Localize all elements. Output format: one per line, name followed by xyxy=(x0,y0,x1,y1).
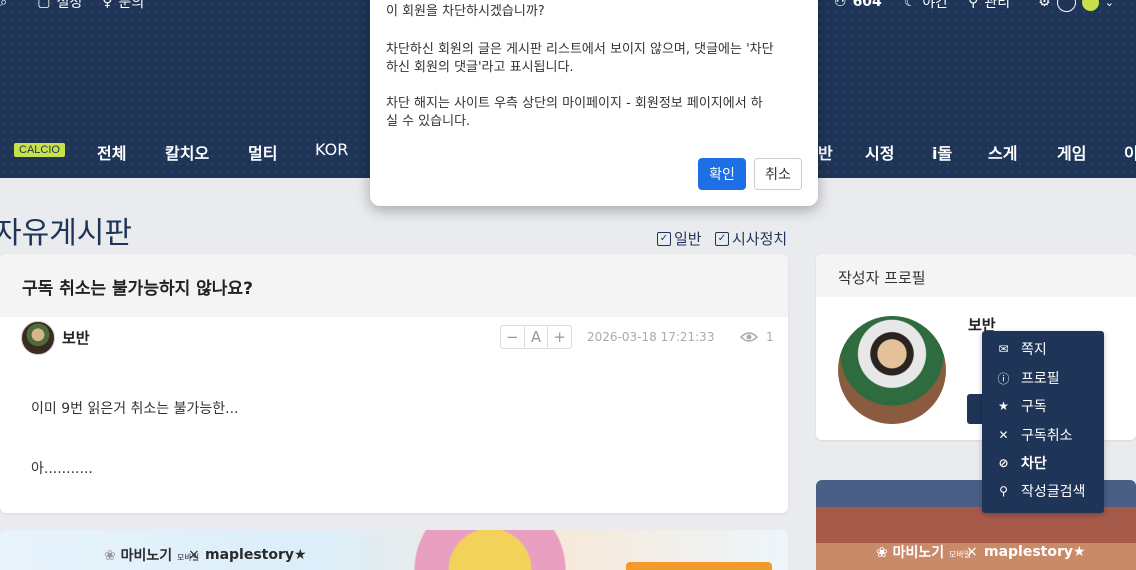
avatar[interactable] xyxy=(21,321,55,355)
ad-brand-text: 마비노기 xyxy=(120,548,173,564)
ad-times: × xyxy=(966,544,978,560)
envelope-icon: ✉ xyxy=(998,342,1009,356)
user-menu-label[interactable]: 관리 xyxy=(984,0,1010,12)
menu-item-label: 구독 xyxy=(1021,399,1047,415)
dialog-text-line: 하신 회원의 댓글'라고 표시됩니다. xyxy=(386,60,574,75)
post-body-line: 이미 9번 읽은거 취소는 불가능한... xyxy=(31,401,239,417)
menu-item-message[interactable]: ✉ 쪽지 xyxy=(996,339,1047,359)
profile-dropdown-menu: ✉ 쪽지 ⓘ 프로필 ★ 구독 ✕ 구독취소 ⊘ 차단 ⚲ 작성글검색 xyxy=(982,331,1104,513)
ad-brand-logo: ❀ 마비노기 모바일 xyxy=(104,545,199,565)
nav-item-idol[interactable]: i돌 xyxy=(932,140,952,164)
post-card: 구독 취소는 불가능하지 않나요? xyxy=(0,254,788,513)
view-count-value: 1 xyxy=(766,330,774,344)
ad-partner-logo: maplestory★ xyxy=(205,547,307,563)
flower-icon: ❀ xyxy=(104,548,116,564)
menu-item-label: 구독취소 xyxy=(1021,428,1073,444)
menu-item-search-posts[interactable]: ⚲ 작성글검색 xyxy=(996,481,1085,501)
lightbulb-icon: ♀ xyxy=(102,0,113,10)
menu-item-label: 차단 xyxy=(1021,456,1047,472)
page-title: 자유게시판 xyxy=(0,216,132,251)
menu-item-label: 쪽지 xyxy=(1021,342,1047,358)
ad-times: × xyxy=(188,547,200,563)
nav-item-multi[interactable]: 멀티 xyxy=(248,140,277,164)
theme-dot-lime[interactable] xyxy=(1081,0,1099,11)
nav-item-all[interactable]: 전체 xyxy=(97,140,126,164)
ad-brand-logo: ❀ 마비노기 모바일 xyxy=(876,542,971,562)
flower-icon: ❀ xyxy=(876,545,888,561)
night-mode-label[interactable]: 야간 xyxy=(922,0,948,12)
view-count: 1 xyxy=(740,330,774,344)
confirm-button[interactable]: 확인 xyxy=(698,158,746,190)
post-header: 구독 취소는 불가능하지 않나요? xyxy=(0,254,788,317)
search-icon: ⚲ xyxy=(999,484,1008,498)
search-icon[interactable]: ⌕ xyxy=(0,0,7,10)
font-decrease-button[interactable]: − xyxy=(501,326,525,348)
post-body-line: 아........... xyxy=(31,461,93,477)
nav-item-calcio[interactable]: 칼치오 xyxy=(165,140,209,164)
menu-item-profile[interactable]: ⓘ 프로필 xyxy=(996,368,1060,388)
nav-item-more[interactable]: 이 xyxy=(1124,140,1136,164)
users-icon: ⚇ xyxy=(834,0,847,10)
x-icon: ✕ xyxy=(998,428,1009,442)
ad-partner-logo: maplestory★ xyxy=(984,544,1086,560)
gear-icon[interactable]: ⚙ xyxy=(1038,0,1051,10)
menu-item-label: 프로필 xyxy=(1021,371,1060,387)
ad-banner-left[interactable]: ❀ 마비노기 모바일 × maplestory★ xyxy=(0,530,788,570)
filter-general[interactable]: ✓ 일반 xyxy=(657,228,702,249)
dialog-text-line: 차단하신 회원의 글은 게시판 리스트에서 보이지 않으며, 댓글에는 '차단 xyxy=(386,42,774,57)
ad-cta-button[interactable] xyxy=(626,562,772,570)
topbar-inquiry-link[interactable]: 문의 xyxy=(119,0,145,12)
topbar-settings-link[interactable]: 설정 xyxy=(57,0,83,12)
author-name[interactable]: 보반 xyxy=(62,327,90,348)
post-title: 구독 취소는 불가능하지 않나요? xyxy=(22,279,253,299)
post-date: 2026-03-18 17:21:33 xyxy=(587,330,715,344)
profile-avatar xyxy=(838,316,946,424)
nav-item-politics[interactable]: 시정 xyxy=(865,140,894,164)
filter-label: 시사정치 xyxy=(732,230,788,248)
topbar-left: ⌕ ▢ 설정 ♀ 문의 xyxy=(0,0,144,12)
checkbox-checked-icon[interactable]: ✓ xyxy=(715,231,729,246)
bookmark-icon: ▢ xyxy=(37,0,51,10)
theme-dot-dark[interactable] xyxy=(1056,0,1076,12)
info-icon: ⓘ xyxy=(997,371,1010,386)
filter-politics[interactable]: ✓ 시사정치 xyxy=(715,228,787,249)
topbar-right: ⚇ 604 ☾ 야간 ⚲ 관리 ⚙ ⌄ xyxy=(834,0,1114,12)
online-count: 604 xyxy=(852,0,882,10)
menu-item-block[interactable]: ⊘ 차단 xyxy=(996,453,1047,473)
checkbox-checked-icon[interactable]: ✓ xyxy=(657,231,671,246)
block-confirm-dialog: 이 회원을 차단하시겠습니까? 차단하신 회원의 글은 게시판 리스트에서 보이… xyxy=(370,0,818,206)
profile-header-label: 작성자 프로필 xyxy=(838,269,926,287)
profile-header: 작성자 프로필 xyxy=(816,254,1136,297)
dialog-text-line: 실 수 있습니다. xyxy=(386,114,471,129)
dialog-text-line: 이 회원을 차단하시겠습니까? xyxy=(386,4,545,19)
font-reset-button[interactable]: A xyxy=(525,326,549,348)
font-size-control: − A + xyxy=(500,325,572,349)
filter-label: 일반 xyxy=(674,230,702,248)
star-icon: ★ xyxy=(998,399,1009,413)
user-icon[interactable]: ⚲ xyxy=(968,0,978,10)
menu-item-subscribe[interactable]: ★ 구독 xyxy=(996,396,1047,416)
menu-item-label: 작성글검색 xyxy=(1021,484,1086,500)
nav-item-partial[interactable]: 반 xyxy=(818,140,833,164)
cancel-button[interactable]: 취소 xyxy=(754,158,802,190)
nav-item-kor[interactable]: KOR xyxy=(315,140,348,159)
ad-brand-text: 마비노기 xyxy=(892,545,945,561)
ban-icon: ⊘ xyxy=(998,456,1009,470)
ad-artwork xyxy=(360,530,620,570)
nav-item-game[interactable]: 게임 xyxy=(1057,140,1086,164)
eye-icon xyxy=(740,332,758,342)
calcio-badge[interactable]: CALCIO xyxy=(14,143,65,157)
moon-icon[interactable]: ☾ xyxy=(904,0,917,10)
nav-item-sge[interactable]: 스게 xyxy=(988,140,1017,164)
menu-item-unsubscribe[interactable]: ✕ 구독취소 xyxy=(996,425,1073,445)
dialog-text-line: 차단 해지는 사이트 우측 상단의 마이페이지 - 회원정보 페이지에서 하 xyxy=(386,96,763,111)
font-increase-button[interactable]: + xyxy=(548,326,571,348)
chevron-down-icon[interactable]: ⌄ xyxy=(1105,0,1114,9)
